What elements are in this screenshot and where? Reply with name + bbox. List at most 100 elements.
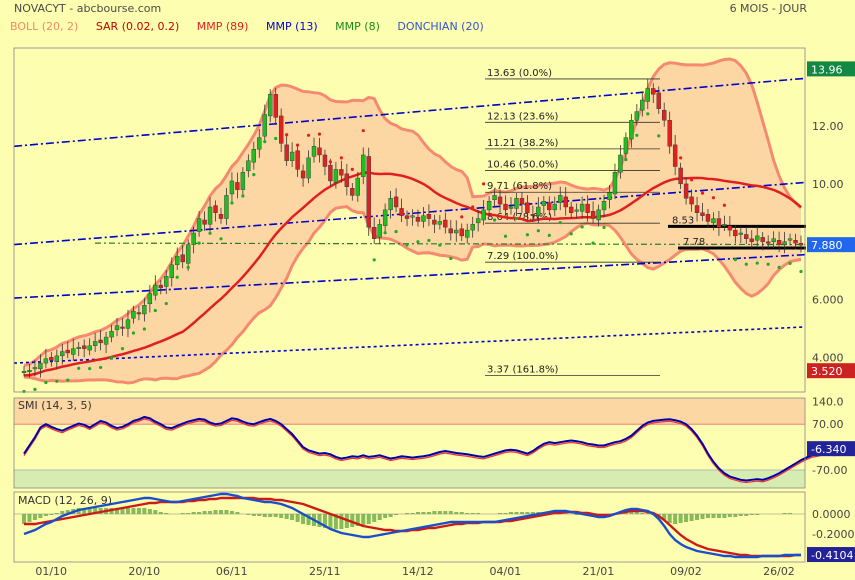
- candle-body: [749, 238, 754, 242]
- fibonacci-label: 11.21 (38.2%): [487, 138, 558, 149]
- candle-body: [776, 240, 782, 245]
- x-tick-label: 09/02: [670, 565, 702, 578]
- x-tick-label: 20/10: [128, 565, 160, 578]
- sar-dot: [471, 205, 475, 209]
- sar-dot: [405, 243, 409, 247]
- sar-dot: [492, 218, 497, 222]
- support-level-label: 7.78: [683, 237, 705, 248]
- candle-body: [601, 201, 607, 211]
- candle-body: [787, 238, 793, 241]
- candle-body: [136, 312, 142, 315]
- candle-body: [574, 209, 579, 212]
- smi-oversold-zone: [14, 470, 805, 488]
- sar-dot: [361, 129, 365, 133]
- x-tick-label: 26/02: [763, 565, 795, 578]
- candle-body: [306, 157, 311, 179]
- candle-body: [158, 284, 163, 289]
- candle-body: [196, 218, 202, 232]
- candle-body: [662, 109, 667, 121]
- legend-mm8: MMP (8): [335, 20, 380, 33]
- candle-body: [311, 146, 317, 157]
- macd-histogram-bar: [443, 511, 448, 514]
- sar-dot: [624, 157, 628, 162]
- price-y-tick-label: 12.00: [812, 120, 844, 133]
- x-tick-label: 04/01: [490, 565, 522, 578]
- sar-dot: [208, 231, 212, 235]
- candle-body: [60, 351, 65, 357]
- smi-y-tick-label: 70.00: [812, 418, 844, 431]
- macd-histogram-bar: [27, 514, 32, 522]
- macd-histogram-bar: [273, 514, 278, 517]
- sar-dot: [482, 182, 486, 186]
- channel-lower: [13, 253, 806, 299]
- candle-body: [503, 203, 508, 211]
- sar-dot: [679, 156, 683, 160]
- candle-body: [49, 357, 54, 361]
- candle-body: [454, 229, 459, 234]
- candle-body: [563, 196, 568, 208]
- candle-body: [371, 227, 377, 239]
- sar-dot: [591, 241, 595, 245]
- candle-body: [125, 319, 131, 329]
- candle-body: [481, 209, 486, 221]
- candle-body: [382, 209, 388, 226]
- candle-body: [765, 241, 771, 244]
- candle-body: [273, 94, 278, 118]
- sar-dot: [263, 140, 267, 144]
- sar-dot: [733, 258, 737, 262]
- macd-histogram-bar: [711, 514, 716, 518]
- candle-body: [410, 215, 415, 218]
- chart-source-title: NOVACYT - abcbourse.com: [14, 2, 162, 15]
- candle-body: [514, 198, 519, 209]
- candle-body: [366, 156, 371, 228]
- macd-histogram-bar: [213, 510, 218, 514]
- candle-body: [640, 99, 645, 111]
- macd-histogram-bar: [131, 508, 136, 514]
- candle-body: [229, 180, 235, 195]
- candle-body: [596, 209, 601, 221]
- sar-dot: [711, 196, 716, 200]
- legend-donchian: DONCHIAN (20): [397, 20, 484, 33]
- candle-body: [38, 362, 43, 370]
- candle-body: [32, 367, 38, 370]
- candle-body: [98, 339, 103, 344]
- macd-histogram-bar: [295, 514, 300, 522]
- smi-y-tick-label: 140.0: [812, 395, 844, 408]
- macd-histogram-bar: [372, 514, 377, 522]
- candle-body: [568, 206, 574, 213]
- candle-body: [191, 232, 196, 245]
- macd-histogram-bar: [673, 514, 678, 524]
- fibonacci-label: 10.46 (50.0%): [487, 160, 558, 171]
- sar-dot: [164, 301, 168, 306]
- low-price-label: 3.520: [811, 365, 843, 378]
- sar-dot: [799, 269, 803, 274]
- candle-body: [295, 150, 300, 170]
- sar-dot: [88, 366, 92, 371]
- candle-body: [404, 215, 410, 219]
- sar-dot: [536, 229, 540, 233]
- sar-dot: [525, 233, 530, 237]
- candle-body: [333, 169, 339, 183]
- sar-dot: [274, 136, 278, 141]
- sar-dot: [700, 191, 705, 195]
- candle-body: [361, 154, 366, 177]
- chart-period: 6 MOIS - JOUR: [729, 2, 807, 15]
- x-tick-label: 06/11: [216, 565, 248, 578]
- sar-dot: [722, 203, 726, 207]
- high-price-label: 13.96: [811, 63, 843, 76]
- candle-body: [678, 167, 683, 185]
- candle-body: [207, 206, 213, 225]
- candle-body: [782, 241, 787, 245]
- sar-dot: [142, 327, 146, 331]
- candle-body: [629, 120, 634, 140]
- candle-body: [547, 202, 552, 211]
- candle-body: [536, 206, 541, 216]
- candle-body: [284, 144, 289, 161]
- macd-histogram-bar: [689, 514, 694, 521]
- candle-body: [705, 214, 711, 222]
- macd-histogram-bar: [284, 514, 289, 519]
- candle-body: [175, 255, 180, 266]
- sar-dot: [350, 167, 354, 172]
- macd-histogram-bar: [136, 508, 141, 514]
- macd-histogram-bar: [727, 514, 732, 517]
